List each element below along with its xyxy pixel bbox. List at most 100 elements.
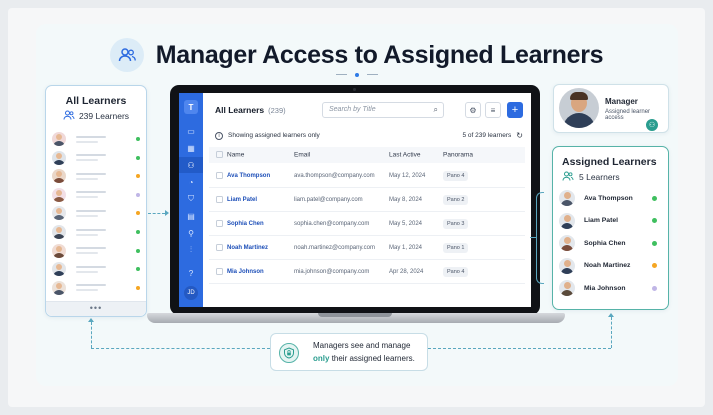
learners-icon[interactable]: ⚇	[186, 160, 196, 170]
layout-icon[interactable]: ▤	[186, 211, 196, 221]
status-dot	[136, 285, 140, 290]
column-panorama[interactable]: Panorama	[443, 152, 473, 159]
app-logo[interactable]: T	[184, 100, 198, 114]
sliders-icon[interactable]: ⫶	[186, 245, 196, 255]
all-learners-count: 239 Learners	[46, 110, 146, 122]
avatar	[52, 169, 66, 184]
list-item[interactable]	[52, 205, 140, 221]
table-row[interactable]: Ava Thompson ava.thompson@company.com May …	[209, 164, 525, 188]
avatar	[52, 280, 66, 295]
user-avatar[interactable]: JD	[184, 286, 198, 300]
search-input[interactable]: Search by Title ⌕	[322, 102, 444, 118]
users-icon	[109, 38, 144, 72]
table-row[interactable]: Liam Patel liam.patel@company.com May 8, 2…	[209, 188, 525, 212]
learner-email: noah.martinez@company.com	[294, 244, 376, 251]
gear-icon[interactable]: ⚙	[465, 102, 481, 118]
last-active: Apr 28, 2024	[389, 268, 424, 275]
row-checkbox[interactable]	[216, 171, 223, 179]
app-screen: T ▭ ▦ ⚇ ◔ ⛉ ▤ ⚲ ⫶ ? JD All Learners (239)…	[179, 93, 531, 307]
status-dot	[136, 174, 140, 179]
avatar	[52, 132, 66, 146]
org-icon[interactable]: ⚲	[186, 228, 196, 238]
row-checkbox[interactable]	[216, 267, 223, 275]
list-item[interactable]: Ava Thompson	[559, 189, 663, 207]
panorama-badge: Pano 4	[443, 170, 469, 181]
table-row[interactable]: Sophia Chen sophia.chen@company.com May 5,…	[209, 212, 525, 236]
row-checkbox[interactable]	[216, 195, 223, 203]
table-row[interactable]: Mia Johnson mia.johnson@company.com Apr 28…	[209, 260, 525, 284]
placeholder-text	[76, 154, 120, 162]
connector-line	[91, 322, 92, 348]
help-icon[interactable]: ?	[186, 268, 196, 278]
info-icon: i	[215, 131, 223, 140]
avatar	[559, 280, 575, 296]
list-item[interactable]: Mia Johnson	[559, 279, 663, 297]
status-dot	[652, 218, 657, 223]
list-item[interactable]: Liam Patel	[559, 212, 663, 230]
lock-shield-icon	[279, 343, 299, 363]
cart-icon[interactable]: ⛉	[186, 194, 196, 204]
learner-email: ava.thompson@company.com	[294, 172, 375, 179]
learner-email: mia.johnson@company.com	[294, 268, 370, 275]
filter-icon[interactable]: ≡	[485, 102, 501, 118]
list-item[interactable]	[52, 243, 140, 259]
status-dot	[136, 137, 140, 141]
assigned-learners-title: Assigned Learners	[562, 156, 657, 168]
chart-icon[interactable]: ◔	[186, 177, 196, 187]
plus-icon[interactable]: +	[507, 102, 523, 118]
last-active: May 1, 2024	[389, 244, 423, 251]
learner-name[interactable]: Ava Thompson	[227, 173, 270, 179]
avatar	[559, 235, 575, 251]
status-dot	[652, 285, 657, 291]
learner-name[interactable]: Mia Johnson	[227, 269, 264, 275]
column-email[interactable]: Email	[294, 152, 310, 159]
title-divider	[336, 73, 378, 77]
refresh-icon[interactable]: ↻	[516, 131, 523, 140]
avatar	[559, 257, 575, 274]
folder-icon[interactable]: ▭	[186, 126, 196, 136]
list-item[interactable]	[52, 168, 140, 184]
list-item[interactable]	[52, 224, 140, 240]
list-item[interactable]: Noah Martinez	[559, 257, 663, 275]
bracket	[536, 192, 544, 284]
select-all-checkbox[interactable]	[216, 151, 223, 158]
column-name[interactable]: Name	[227, 152, 244, 159]
list-item[interactable]	[52, 261, 140, 277]
more-learners-button[interactable]: •••	[46, 301, 146, 316]
learner-name[interactable]: Noah Martinez	[227, 245, 268, 251]
calendar-icon[interactable]: ▦	[186, 143, 196, 153]
placeholder-text	[76, 135, 120, 143]
placeholder-text	[76, 247, 120, 255]
search-icon[interactable]: ⌕	[434, 103, 438, 117]
table-row[interactable]: Noah Martinez noah.martinez@company.com Ma…	[209, 236, 525, 260]
column-last-active[interactable]: Last Active	[389, 152, 420, 159]
list-item[interactable]	[52, 280, 140, 296]
row-checkbox[interactable]	[216, 219, 223, 227]
avatar	[52, 243, 66, 258]
all-learners-panel: All Learners 239 Learners •••	[45, 85, 147, 317]
learner-name[interactable]: Sophia Chen	[227, 221, 264, 227]
row-checkbox[interactable]	[216, 243, 223, 251]
list-item[interactable]	[52, 131, 140, 147]
connector-line	[428, 348, 611, 349]
list-item[interactable]	[52, 187, 140, 203]
status-dot	[136, 230, 140, 234]
learner-name: Noah Martinez	[584, 262, 631, 269]
avatar	[559, 190, 575, 206]
avatar	[52, 262, 66, 277]
callout-highlight: only	[313, 354, 330, 363]
list-item[interactable]	[52, 150, 140, 166]
list-item[interactable]: Sophia Chen	[559, 234, 663, 252]
learner-name: Sophia Chen	[584, 239, 626, 247]
last-active: May 5, 2024	[389, 220, 423, 227]
title-row: Manager Access to Assigned Learners	[0, 38, 713, 72]
avatar	[52, 206, 66, 221]
learner-name: Liam Patel	[584, 217, 618, 224]
placeholder-text	[76, 284, 120, 292]
status-dot	[652, 195, 657, 201]
learner-name: Mia Johnson	[584, 284, 626, 292]
status-dot	[136, 192, 140, 197]
status-dot	[652, 240, 657, 246]
status-dot	[136, 211, 140, 216]
learner-name[interactable]: Liam Patel	[227, 197, 257, 203]
